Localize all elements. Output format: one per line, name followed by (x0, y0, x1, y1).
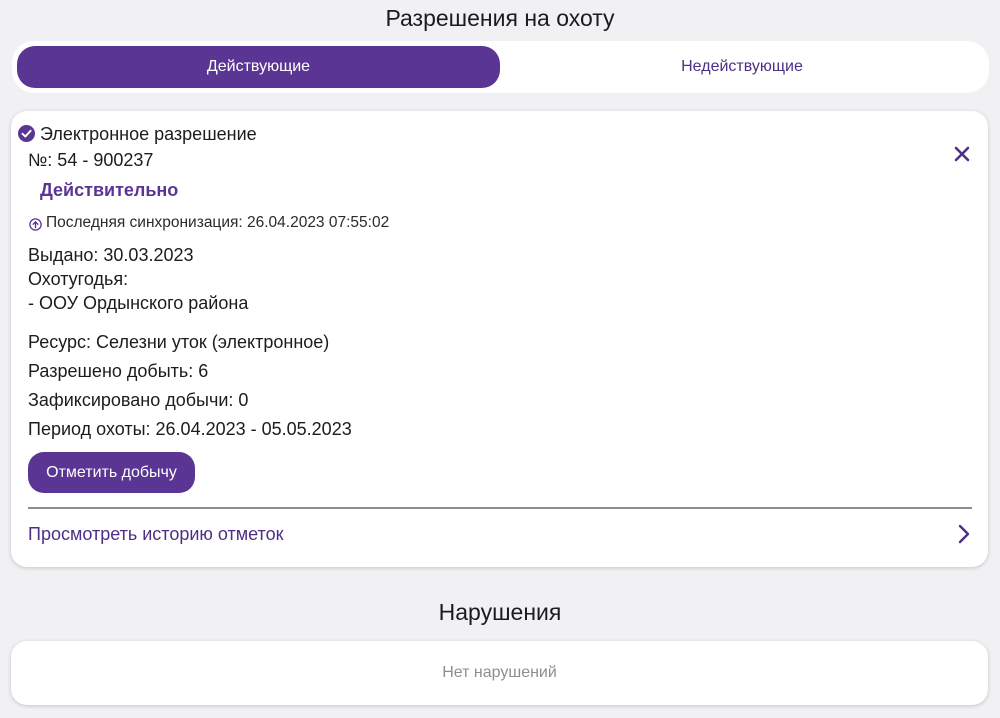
sync-icon (29, 218, 42, 231)
hunting-grounds-label: Охотугодья: (28, 269, 129, 289)
hunting-grounds-item: - ООУ Ордынского района (28, 293, 249, 313)
sync-timestamp: Последняя синхронизация: 26.04.2023 07:5… (46, 214, 390, 231)
permit-tabs: Действующие Недействующие (12, 41, 989, 93)
permit-card: Электронное разрешение №: 54 - 900237 Де… (11, 111, 988, 567)
close-icon[interactable] (952, 144, 972, 164)
recorded-count: Зафиксировано добычи: 0 (28, 390, 249, 410)
hunting-period: Период охоты: 26.04.2023 - 05.05.2023 (28, 419, 352, 439)
permit-type: Электронное разрешение (40, 124, 257, 144)
page-title: Разрешения на охоту (385, 5, 615, 31)
history-link[interactable]: Просмотреть историю отметок (11, 509, 988, 559)
check-circle-icon (18, 125, 35, 142)
resource: Ресурс: Селезни уток (электронное) (28, 332, 330, 352)
history-link-label: Просмотреть историю отметок (28, 524, 284, 544)
mark-catch-button[interactable]: Отметить добычу (28, 452, 195, 493)
violations-empty-text: Нет нарушений (442, 664, 557, 681)
violations-card: Нет нарушений (11, 641, 988, 705)
permit-status: Действительно (40, 180, 179, 200)
chevron-right-icon (957, 523, 971, 545)
tab-active[interactable]: Действующие (17, 46, 500, 88)
allowed-count: Разрешено добыть: 6 (28, 361, 209, 381)
permit-number: №: 54 - 900237 (28, 150, 154, 170)
violations-title: Нарушения (438, 599, 562, 625)
tab-inactive[interactable]: Недействующие (500, 46, 984, 88)
issued-date: Выдано: 30.03.2023 (28, 245, 194, 265)
